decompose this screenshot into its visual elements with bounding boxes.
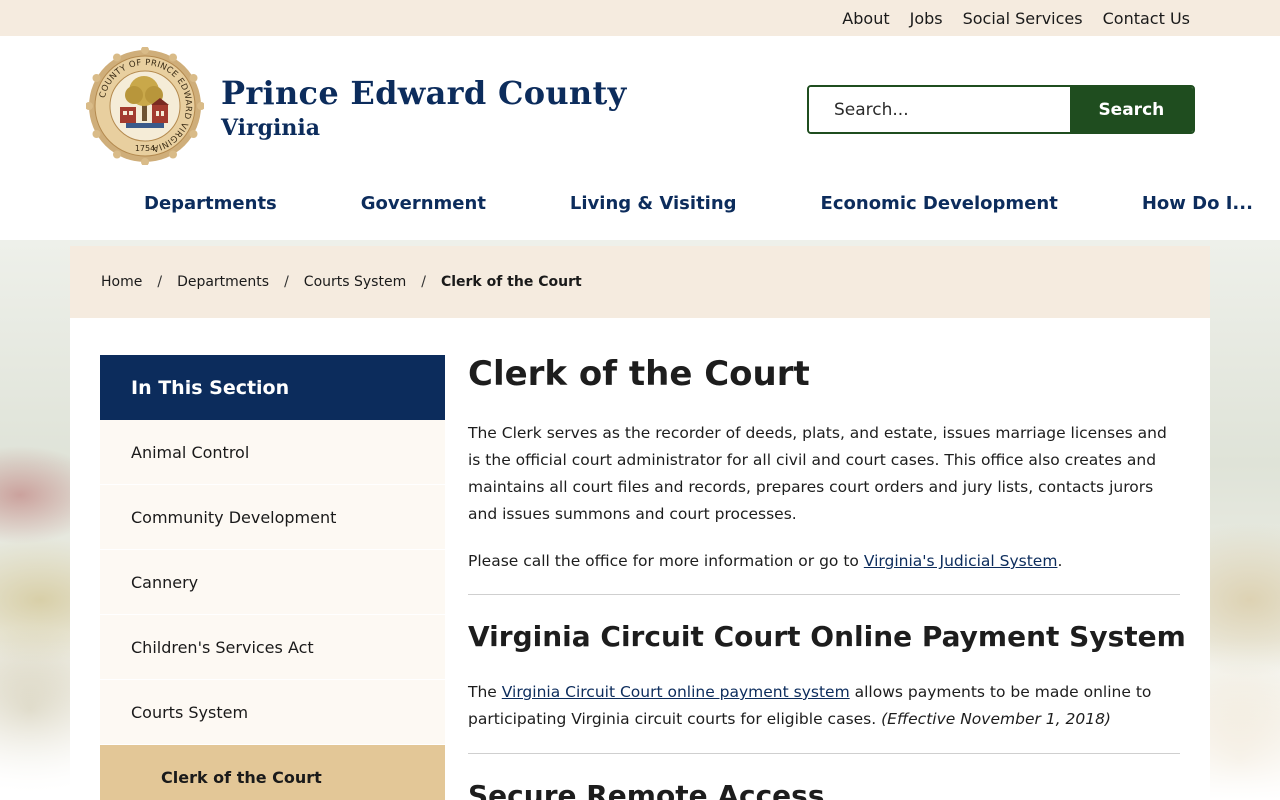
sidebar-item-animal-control[interactable]: Animal Control: [100, 420, 445, 485]
sidebar-item-clerk-of-the-court[interactable]: Clerk of the Court: [100, 745, 445, 800]
section-divider: [468, 594, 1180, 595]
payment-effective-note: (Effective November 1, 2018): [881, 710, 1111, 728]
breadcrumb-separator: /: [421, 274, 426, 290]
nav-how-do-i[interactable]: How Do I...: [1142, 193, 1253, 214]
call-paragraph: Please call the office for more informat…: [468, 548, 1180, 575]
payment-paragraph: The Virginia Circuit Court online paymen…: [468, 679, 1180, 733]
sidebar-item-childrens-services-act[interactable]: Children's Services Act: [100, 615, 445, 680]
breadcrumb-departments[interactable]: Departments: [177, 274, 269, 290]
call-prefix: Please call the office for more informat…: [468, 552, 864, 570]
section-divider: [468, 753, 1180, 754]
main-nav: Departments Government Living & Visiting…: [144, 190, 1253, 216]
breadcrumb-home[interactable]: Home: [101, 274, 142, 290]
virginia-judicial-system-link[interactable]: Virginia's Judicial System: [864, 552, 1058, 570]
main-article: Clerk of the Court The Clerk serves as t…: [468, 352, 1186, 800]
sidebar-item-courts-system[interactable]: Courts System: [100, 680, 445, 745]
site-subtitle[interactable]: Virginia: [221, 115, 320, 141]
sidebar-item-community-development[interactable]: Community Development: [100, 485, 445, 550]
breadcrumb-current: Clerk of the Court: [440, 274, 582, 290]
online-payment-system-link[interactable]: Virginia Circuit Court online payment sy…: [502, 683, 850, 701]
site-title[interactable]: Prince Edward County: [221, 74, 626, 112]
search-input[interactable]: [809, 87, 1070, 132]
utility-link-social-services[interactable]: Social Services: [963, 9, 1083, 28]
sidebar-heading: In This Section: [100, 355, 445, 420]
nav-living-visiting[interactable]: Living & Visiting: [570, 193, 737, 214]
search-button[interactable]: Search: [1069, 87, 1193, 132]
utility-nav: About Jobs Social Services Contact Us: [822, 0, 1190, 36]
intro-paragraph: The Clerk serves as the recorder of deed…: [468, 424, 1167, 523]
utility-link-jobs[interactable]: Jobs: [910, 9, 943, 28]
sidebar-item-cannery[interactable]: Cannery: [100, 550, 445, 615]
section-title-remote-access: Secure Remote Access: [468, 779, 825, 800]
search-form: Search: [807, 85, 1195, 134]
section-sidebar: In This Section Animal Control Community…: [100, 355, 445, 800]
breadcrumb: Home / Departments / Courts System / Cle…: [70, 246, 1210, 318]
page-title: Clerk of the Court: [468, 354, 810, 394]
svg-text:1754: 1754: [135, 144, 155, 153]
breadcrumb-separator: /: [284, 274, 289, 290]
section-title-payment: Virginia Circuit Court Online Payment Sy…: [468, 620, 1186, 653]
nav-departments[interactable]: Departments: [144, 193, 277, 214]
breadcrumb-courts-system[interactable]: Courts System: [304, 274, 406, 290]
utility-bar: About Jobs Social Services Contact Us: [0, 0, 1280, 36]
call-suffix: .: [1057, 552, 1063, 570]
utility-link-contact-us[interactable]: Contact Us: [1103, 9, 1190, 28]
nav-economic-development[interactable]: Economic Development: [821, 193, 1058, 214]
payment-prefix: The: [468, 683, 502, 701]
utility-link-about[interactable]: About: [842, 9, 889, 28]
nav-government[interactable]: Government: [361, 193, 486, 214]
breadcrumb-separator: /: [157, 274, 163, 290]
county-seal-logo[interactable]: COUNTY OF PRINCE EDWARD VIRGINIA 1754: [86, 47, 204, 165]
